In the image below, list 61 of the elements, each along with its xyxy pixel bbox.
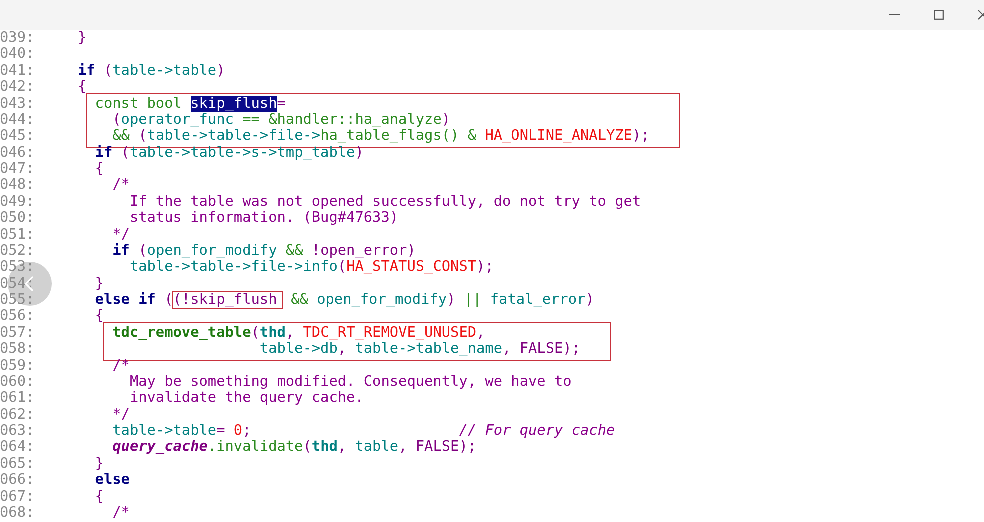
line-number: 064:: [0, 439, 35, 456]
line-number: 068:: [0, 504, 35, 522]
line-number: 065:: [0, 456, 35, 472]
line-number: 067:: [0, 488, 35, 505]
code-line: tdc_remove_table(thd, TDC_RT_REMOVE_UNUSED,: [112, 324, 486, 341]
code-line: query_cache.invalidate(thd, table, FALSE);: [112, 439, 477, 456]
line-number: 047:: [0, 161, 35, 178]
code-line: }: [76, 30, 87, 46]
code-line: && (table->table->file->ha_table_flags() & HA_ONLINE_ANALYZE);: [112, 128, 650, 144]
code-line: {: [76, 79, 87, 96]
line-number: 046:: [0, 144, 35, 161]
line-number: 052:: [0, 242, 35, 260]
line-number: 042:: [0, 79, 35, 96]
code-line: If the table was not opened successfully, do not try to get: [128, 194, 642, 210]
line-number: 054:: [0, 276, 35, 292]
code-line: */: [112, 226, 130, 242]
maximize-icon[interactable]: [934, 10, 944, 20]
code-line: {: [94, 161, 104, 177]
line-number: 060:: [0, 374, 35, 390]
line-number: 056:: [0, 308, 35, 325]
line-number: 049:: [0, 194, 35, 210]
code-line: */: [112, 406, 130, 423]
code-line: else if ((!skip_flush && open_for_modify) || fatal_error): [94, 292, 594, 308]
code-line: const bool skip_flush=: [94, 96, 286, 112]
code-line: (operator_func == &handler::ha_analyze): [112, 112, 451, 128]
code-line: else: [94, 472, 130, 488]
minimize-icon[interactable]: [889, 14, 900, 16]
code-line: May be something modified. Consequently, we have to: [128, 374, 572, 390]
code-line: }: [94, 276, 104, 292]
code-line: /*: [112, 358, 130, 374]
line-number: 051:: [0, 226, 35, 243]
code-line: table->table->file->info(HA_STATUS_CONST);: [128, 259, 494, 276]
line-number: 050:: [0, 210, 35, 226]
code-line: /*: [112, 504, 130, 521]
line-number: 057:: [0, 324, 35, 342]
line-number: 048:: [0, 177, 35, 194]
line-number: 043:: [0, 96, 35, 112]
code-line: {: [94, 308, 104, 324]
code-line: {: [94, 488, 104, 504]
code-line: }: [94, 456, 104, 472]
code-line: if (open_for_modify && !open_error): [112, 242, 416, 259]
line-number: 055:: [0, 292, 35, 308]
code-line: if (table->table->s->tmp_table): [94, 144, 364, 161]
line-number: 061:: [0, 390, 35, 407]
line-number: 059:: [0, 358, 35, 374]
code-line: if (table->table): [76, 62, 226, 79]
line-number: 062:: [0, 406, 35, 423]
line-number: 045:: [0, 128, 35, 145]
line-number: 039:: [0, 30, 35, 46]
line-number: 044:: [0, 112, 35, 128]
code-line: table->db, table->table_name, FALSE);: [258, 341, 580, 358]
code-line: invalidate the query cache.: [129, 390, 364, 406]
code-line: status information. (Bug#47633): [129, 210, 399, 226]
line-number: 063:: [0, 423, 35, 440]
code-line: /*: [112, 177, 130, 194]
line-number: 066:: [0, 472, 35, 488]
line-number: 058:: [0, 341, 35, 358]
line-number: 041:: [0, 62, 35, 80]
line-number: 053:: [0, 259, 35, 276]
line-number: 040:: [0, 46, 35, 63]
code-line: table->table= 0; // For query cache: [112, 423, 616, 439]
